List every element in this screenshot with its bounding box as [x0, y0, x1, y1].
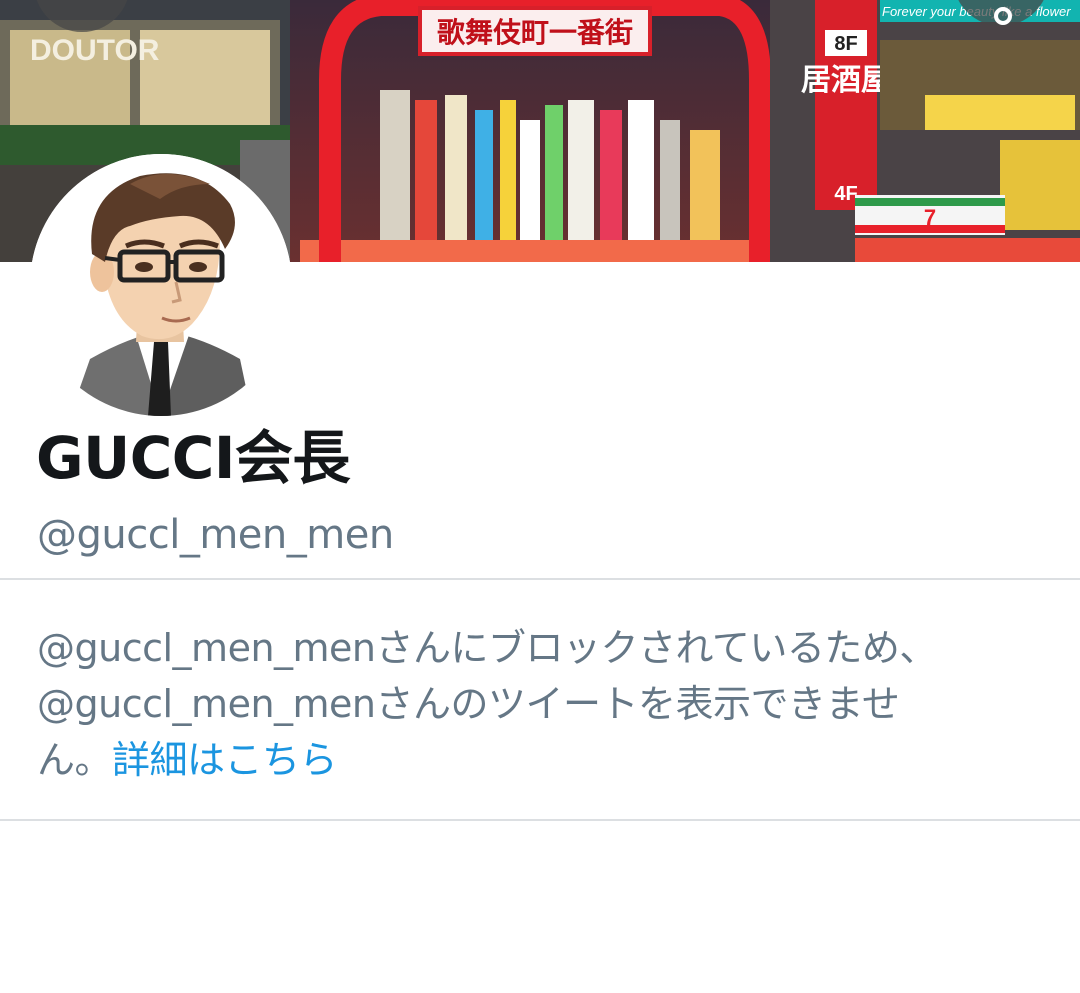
blocked-notice-line2: @guccl_men_menさんのツイートを表示できませ [37, 682, 900, 726]
blocked-notice-line1: @guccl_men_menさんにブロックされているため、 [37, 626, 937, 670]
profile-page: DOUTOR 歌舞伎町一番街 8F 居酒屋 4F Forever your fl… [0, 0, 1080, 993]
banner-izakaya-sign: 居酒屋 [801, 63, 891, 98]
profile-avatar[interactable] [30, 154, 292, 416]
banner-floor-sign: 8F [834, 33, 857, 55]
divider [0, 578, 1080, 580]
display-name: GUCCI会長 [36, 424, 350, 492]
blocked-notice-line3: ん。 [37, 738, 113, 782]
blocked-notice: @guccl_men_menさんにブロックされているため、 @guccl_men_… [37, 620, 1027, 788]
banner-store-sign: 7 [924, 205, 936, 230]
screen-name: @guccl_men_men [37, 512, 394, 558]
banner-main-sign: 歌舞伎町一番街 [437, 16, 633, 49]
learn-more-link[interactable]: 詳細はこちら [112, 738, 338, 782]
more-options-icon [994, 7, 1012, 25]
banner-cafe-sign: DOUTOR [30, 34, 160, 67]
avatar-image [30, 154, 292, 416]
divider [0, 819, 1080, 821]
banner-floor-lower-sign: 4F [834, 183, 857, 205]
